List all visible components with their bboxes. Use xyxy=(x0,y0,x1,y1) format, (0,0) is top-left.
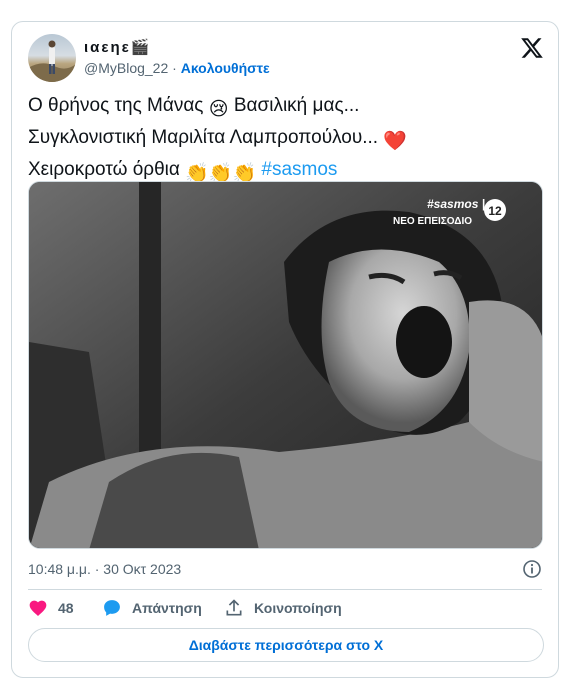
handle[interactable]: @MyBlog_22 xyxy=(84,60,168,76)
avatar[interactable] xyxy=(28,34,76,82)
display-name[interactable]: ιαεηε🎬 xyxy=(84,38,270,58)
divider xyxy=(28,589,542,590)
reply-button[interactable]: Απάντηση xyxy=(102,598,202,618)
read-more-button[interactable]: Διαβάστε περισσότερα στο X xyxy=(28,628,544,662)
media-episode-overlay: ΝΕΟ ΕΠΕΙΣΟΔΙΟ xyxy=(393,216,472,227)
reply-label: Απάντηση xyxy=(132,600,202,616)
tweet-text-segment: Βασιλική μας... xyxy=(228,95,360,116)
follow-link[interactable]: Ακολουθήστε xyxy=(181,60,270,76)
share-label: Κοινοποίηση xyxy=(254,600,342,616)
tweet-media[interactable]: #sasmos | ΝΕΟ ΕΠΕΙΣΟΔΙΟ 12 xyxy=(28,181,543,549)
age-rating-label: 12 xyxy=(488,204,502,218)
crying-face-icon: 😢 xyxy=(208,99,229,120)
user-meta: @MyBlog_22 · Ακολουθήστε xyxy=(84,58,270,78)
x-logo-icon[interactable] xyxy=(520,36,544,60)
tweet-line-2: Συγκλονιστική Μαριλίτα Λαμπροπούλου... ❤… xyxy=(28,124,538,156)
reply-bubble-icon xyxy=(104,600,120,616)
tweet-actions: 48 Απάντηση Κοινοποίηση xyxy=(28,598,548,618)
like-count: 48 xyxy=(58,600,74,616)
tweet-text-segment: Ο θρήνος της Μάνας xyxy=(28,95,209,116)
media-image: #sasmos | ΝΕΟ ΕΠΕΙΣΟΔΙΟ 12 xyxy=(29,182,542,548)
share-button[interactable]: Κοινοποίηση xyxy=(224,598,342,618)
tweet-text: Ο θρήνος της Μάνας 😢 Βασιλική μας... Συγ… xyxy=(28,92,538,188)
heart-icon xyxy=(29,600,47,616)
media-brand-overlay: #sasmos | xyxy=(427,197,485,211)
tweet-header: ιαεηε🎬 @MyBlog_22 · Ακολουθήστε xyxy=(28,34,544,86)
tweet-timestamp[interactable]: 10:48 μ.μ. · 30 Οκτ 2023 xyxy=(28,559,181,579)
hashtag-link[interactable]: #sasmos xyxy=(261,159,337,180)
red-heart-icon: ❤️ xyxy=(383,131,408,152)
user-info: ιαεηε🎬 @MyBlog_22 · Ακολουθήστε xyxy=(84,38,270,78)
avatar-image xyxy=(28,40,76,82)
tweet-line-1: Ο θρήνος της Μάνας 😢 Βασιλική μας... xyxy=(28,92,538,124)
meta-separator: · xyxy=(168,60,181,76)
tweet-text-segment: Χειροκροτώ όρθια xyxy=(28,159,186,180)
like-button[interactable]: 48 xyxy=(28,598,74,618)
share-icon xyxy=(226,599,242,616)
tweet-text-segment: Συγκλονιστική Μαριλίτα Λαμπροπούλου... xyxy=(28,127,384,148)
tweet-card: ιαεηε🎬 @MyBlog_22 · Ακολουθήστε Ο θρήνος… xyxy=(11,21,559,678)
info-icon[interactable] xyxy=(522,559,542,579)
